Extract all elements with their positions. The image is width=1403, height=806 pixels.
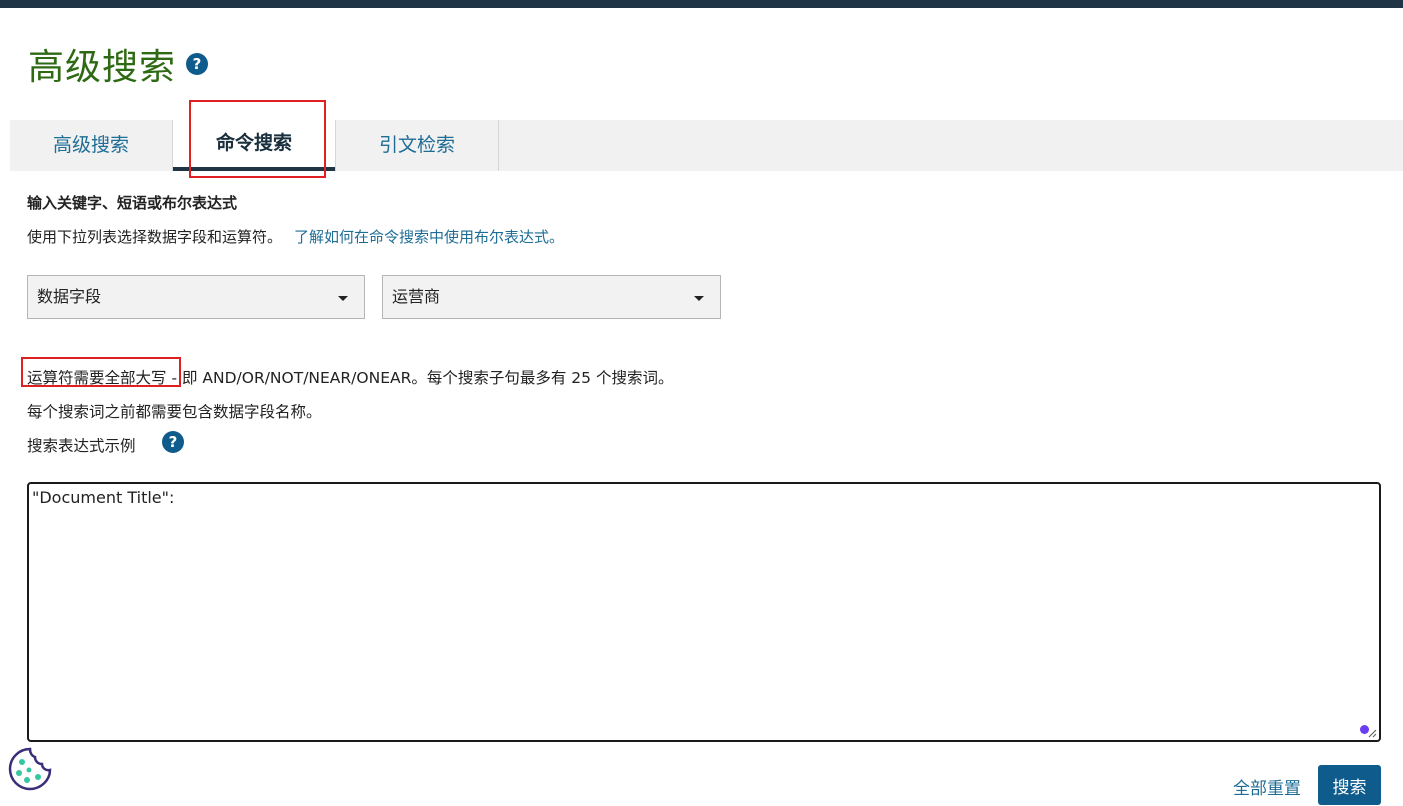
chevron-down-icon [694, 296, 704, 301]
tab-label: 高级搜索 [52, 134, 129, 156]
resize-handle-icon[interactable] [1367, 728, 1377, 738]
page-title: 高级搜索 [28, 47, 177, 88]
instructions-text: 使用下拉列表选择数据字段和运算符。 了解如何在命令搜索中使用布尔表达式。 [27, 226, 564, 247]
field-dropdown[interactable]: 数据字段 [27, 275, 365, 319]
instructions-body: 使用下拉列表选择数据字段和运算符。 [27, 228, 283, 246]
instructions-heading: 输入关键字、短语或布尔表达式 [27, 194, 238, 212]
field-dropdown-value: 数据字段 [37, 287, 102, 306]
field-name-note: 每个搜索词之前都需要包含数据字段名称。 [27, 403, 322, 421]
search-button[interactable]: 搜索 [1318, 765, 1381, 805]
help-icon[interactable]: ? [186, 53, 208, 75]
reset-all-link[interactable]: 全部重置 [1233, 774, 1301, 799]
examples-label: 搜索表达式示例 [27, 437, 136, 455]
tab-citation-search[interactable]: 引文检索 [336, 120, 499, 171]
tab-advanced-search[interactable]: 高级搜索 [10, 120, 173, 171]
top-bar [0, 0, 1403, 8]
help-icon[interactable]: ? [162, 431, 184, 453]
cookie-icon[interactable] [7, 746, 53, 792]
query-textarea[interactable]: "Document Title": [27, 482, 1381, 742]
boolean-help-link[interactable]: 了解如何在命令搜索中使用布尔表达式。 [294, 228, 564, 246]
tab-highlight-box [189, 100, 326, 178]
tab-label: 引文检索 [378, 134, 455, 156]
operators-highlight-box [21, 357, 181, 387]
chevron-down-icon [338, 296, 348, 301]
operators-list-note: - 即 AND/OR/NOT/NEAR/ONEAR。每个搜索子句最多有 25 个… [166, 369, 674, 387]
operator-dropdown-value: 运营商 [392, 287, 441, 306]
operator-dropdown[interactable]: 运营商 [382, 275, 721, 319]
